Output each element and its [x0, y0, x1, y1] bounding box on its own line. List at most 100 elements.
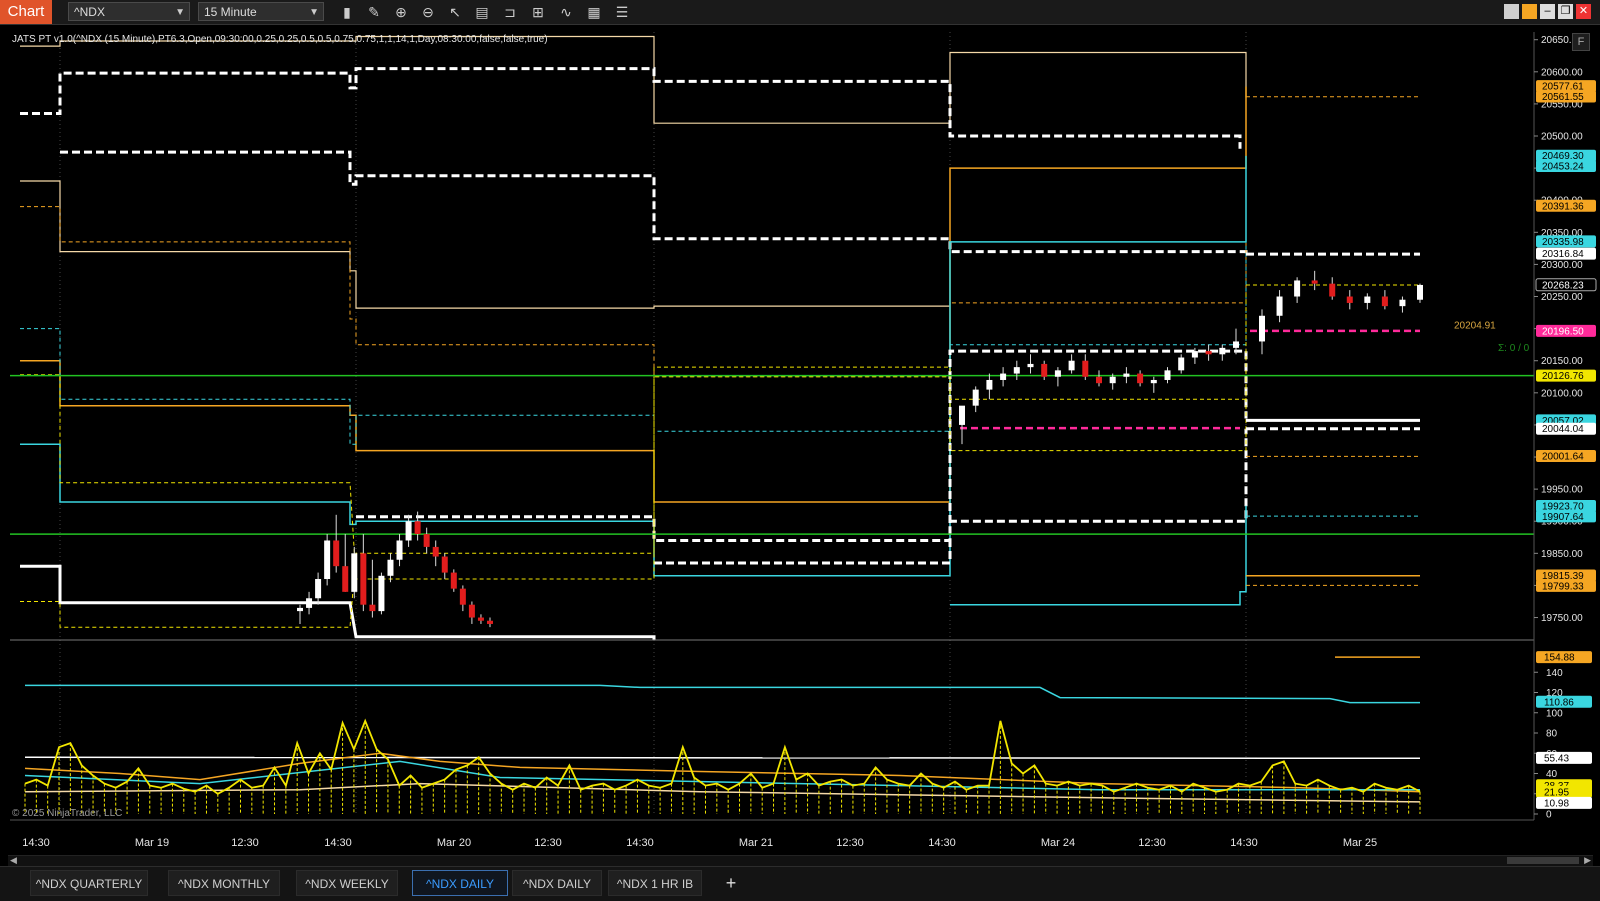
chart-tab[interactable]: Chart — [0, 0, 52, 24]
candle-body — [1027, 363, 1034, 368]
candle-body — [342, 566, 349, 592]
calculator-icon[interactable]: ▦ — [584, 3, 604, 21]
price-label-text: 20001.64 — [1542, 451, 1584, 462]
scroll-right-icon[interactable]: ▶ — [1584, 855, 1591, 866]
time-tick-label: 14:30 — [22, 837, 50, 849]
osc-label-text: 154.88 — [1544, 653, 1575, 664]
level-line — [20, 180, 950, 309]
candle-body — [441, 556, 448, 573]
price-tick-label: 19750.00 — [1541, 613, 1583, 624]
price-label-text: 20126.76 — [1542, 371, 1584, 382]
candle-body — [396, 540, 403, 560]
scroll-thumb[interactable] — [1507, 857, 1579, 864]
candle-body — [1329, 283, 1336, 297]
candle-body — [369, 604, 376, 612]
price-tick-label: 19950.00 — [1541, 485, 1583, 496]
add-tab-button[interactable]: + — [720, 870, 742, 896]
properties-icon[interactable]: ⊞ — [528, 3, 548, 21]
price-label-text: 20561.55 — [1542, 92, 1584, 103]
candle-body — [297, 607, 303, 612]
candle-body — [1417, 284, 1423, 300]
tab-ndx-daily-active[interactable]: ^NDX DAILY — [412, 870, 508, 896]
osc-label-text: 55.43 — [1544, 753, 1569, 764]
instrument-selector[interactable]: ^NDX ▼ — [68, 2, 190, 21]
candle-body — [324, 540, 331, 580]
window-icon[interactable]: ⊐ — [500, 3, 520, 21]
osc-label-text: 10.98 — [1544, 798, 1569, 809]
price-label-text: 20391.36 — [1542, 201, 1584, 212]
chart-canvas[interactable]: 20650.0020600.0020550.0020500.0020450.00… — [0, 24, 1600, 866]
zoom-in-icon[interactable]: ⊕ — [391, 3, 411, 21]
candle-body — [468, 604, 475, 618]
instrument-value: ^NDX — [74, 5, 105, 19]
candle-body — [1191, 351, 1198, 358]
price-label-text: 20044.04 — [1542, 424, 1584, 435]
list-icon[interactable]: ☰ — [612, 3, 632, 21]
candle-body — [1346, 296, 1353, 303]
tab-ndx-daily[interactable]: ^NDX DAILY — [512, 870, 602, 896]
pointer-icon[interactable]: ↖ — [445, 3, 465, 21]
osc-tick-label: 100 — [1546, 708, 1563, 719]
window-orange-icon[interactable] — [1522, 4, 1537, 19]
bar-type-icon[interactable]: ▮ — [337, 3, 357, 21]
strategy-icon[interactable]: ∿ — [556, 3, 576, 21]
tab-ndx-1hr-ib[interactable]: ^NDX 1 HR IB — [608, 870, 702, 896]
candle-body — [1164, 370, 1171, 380]
candle-body — [387, 559, 394, 576]
candle-body — [1178, 357, 1185, 371]
candle-body — [333, 540, 340, 567]
price-tick-label: 19850.00 — [1541, 549, 1583, 560]
oscillator-line — [24, 756, 1421, 760]
candle-body — [1399, 299, 1406, 307]
data-box-icon[interactable]: ▤ — [472, 3, 492, 21]
time-tick-label: 12:30 — [231, 837, 259, 849]
candle-body — [360, 553, 367, 605]
tab-ndx-monthly[interactable]: ^NDX MONTHLY — [168, 870, 280, 896]
horizontal-scrollbar[interactable]: ◀ ▶ — [8, 855, 1593, 866]
candle-body — [414, 521, 421, 535]
close-icon[interactable]: ✕ — [1576, 4, 1591, 19]
pencil-icon[interactable]: ✎ — [364, 3, 384, 21]
level-line — [20, 155, 1247, 577]
candle-body — [405, 521, 412, 541]
time-tick-label: 14:30 — [324, 837, 352, 849]
price-tick-label: 20600.00 — [1541, 67, 1583, 78]
price-annotation: 20204.91 — [1454, 320, 1496, 331]
candle-body — [1000, 373, 1007, 380]
copyright-text: © 2025 NinjaTrader, LLC — [12, 808, 123, 819]
minimize-icon[interactable]: – — [1540, 4, 1555, 19]
candle-body — [423, 534, 430, 547]
f-button[interactable]: F — [1572, 33, 1590, 51]
candle-body — [378, 575, 385, 612]
osc-tick-label: 40 — [1546, 769, 1558, 780]
zoom-out-icon[interactable]: ⊖ — [418, 3, 438, 21]
osc-label-text: 21.95 — [1544, 787, 1569, 798]
window-gray-icon[interactable] — [1504, 4, 1519, 19]
scroll-left-icon[interactable]: ◀ — [10, 855, 17, 866]
tab-ndx-quarterly[interactable]: ^NDX QUARTERLY — [30, 870, 148, 896]
candle-body — [1205, 351, 1212, 355]
tab-ndx-weekly[interactable]: ^NDX WEEKLY — [296, 870, 398, 896]
candle-body — [1013, 367, 1020, 374]
interval-selector[interactable]: 15 Minute ▼ — [198, 2, 324, 21]
level-line — [20, 564, 656, 640]
candle-body — [450, 572, 457, 589]
sigma-annotation: Σ: 0 / 0 — [1498, 343, 1530, 354]
price-tick-label: 20300.00 — [1541, 260, 1583, 271]
restore-icon[interactable]: ❐ — [1558, 4, 1573, 19]
candle-body — [1123, 373, 1130, 377]
axes: 20650.0020600.0020550.0020500.0020450.00… — [10, 32, 1597, 849]
interval-value: 15 Minute — [204, 5, 257, 19]
candle-body — [351, 553, 358, 592]
price-tick-label: 20100.00 — [1541, 388, 1583, 399]
time-tick-label: 14:30 — [1230, 837, 1258, 849]
candle-body — [1381, 296, 1388, 307]
time-tick-label: 12:30 — [836, 837, 864, 849]
time-tick-label: 14:30 — [928, 837, 956, 849]
level-line — [20, 86, 1247, 503]
candle-body — [1276, 296, 1283, 316]
time-tick-label: Mar 25 — [1343, 837, 1377, 849]
level-line — [20, 35, 1247, 124]
level-line — [356, 428, 1248, 542]
time-tick-label: Mar 20 — [437, 837, 471, 849]
